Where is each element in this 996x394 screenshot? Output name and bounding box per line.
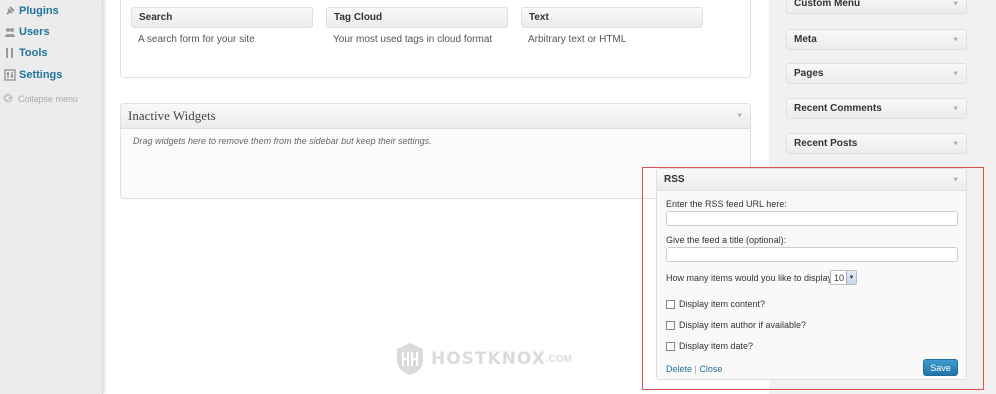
widget-description: A search form for your site (138, 34, 255, 45)
option-display-author[interactable]: Display item author if available? (666, 320, 806, 330)
menu-item-users[interactable]: Users (0, 22, 102, 42)
tools-icon (3, 47, 16, 60)
watermark: HOSTKNOX .COM (395, 342, 572, 376)
menu-item-tools[interactable]: Tools (0, 43, 102, 63)
sidebar-widget-title: Custom Menu (794, 0, 861, 9)
widget-title: Text (521, 7, 703, 28)
chevron-down-icon: ▼ (846, 271, 856, 284)
toggle-arrow-icon[interactable]: ▼ (952, 176, 959, 183)
settings-icon (3, 69, 16, 82)
menu-item-label: Tools (19, 47, 48, 59)
menu-item-plugins[interactable]: Plugins (0, 1, 102, 21)
menu-item-settings[interactable]: Settings (0, 65, 102, 85)
checkbox[interactable] (666, 320, 675, 330)
widget-text[interactable]: Text Arbitrary text or HTML (521, 7, 703, 51)
delete-link[interactable]: Delete (666, 364, 692, 374)
option-display-date[interactable]: Display item date? (666, 341, 753, 351)
checkbox[interactable] (666, 299, 675, 309)
item-count-label: How many items would you like to display… (666, 273, 838, 283)
sidebar-widget-title: Recent Comments (794, 103, 882, 114)
item-count-select[interactable]: 10 ▼ (830, 270, 857, 285)
widget-title: Search (131, 7, 313, 28)
inactive-widgets-description: Drag widgets here to remove them from th… (133, 136, 432, 146)
sidebar-widget-recent-comments[interactable]: Recent Comments ▼ (786, 98, 967, 119)
sidebar-widget-meta[interactable]: Meta ▼ (786, 29, 967, 50)
close-link[interactable]: Close (699, 364, 722, 374)
toggle-arrow-icon[interactable]: ▼ (952, 70, 959, 77)
option-label: Display item author if available? (679, 320, 807, 330)
collapse-menu-button[interactable]: Collapse menu (3, 92, 78, 106)
toggle-arrow-icon[interactable]: ▼ (952, 105, 959, 112)
menu-item-label: Plugins (19, 5, 59, 17)
rss-widget-title: RSS (664, 174, 685, 185)
widget-description: Your most used tags in cloud format (333, 34, 493, 45)
toggle-arrow-icon[interactable]: ▼ (736, 113, 743, 120)
watermark-suffix: .COM (545, 353, 572, 365)
toggle-arrow-icon[interactable]: ▼ (952, 36, 959, 43)
option-display-content[interactable]: Display item content? (666, 299, 765, 309)
widget-title: Tag Cloud (326, 7, 508, 28)
collapse-menu-label: Collapse menu (18, 94, 79, 104)
sidebar-widget-title: Recent Posts (794, 138, 858, 149)
collapse-arrow-icon (3, 92, 13, 106)
sidebar-widget-title: Meta (794, 34, 817, 45)
feed-title-label: Give the feed a title (optional): (666, 235, 787, 245)
rss-widget-header[interactable]: RSS ▼ (657, 169, 966, 191)
widget-description: Arbitrary text or HTML (528, 34, 627, 45)
rss-url-label: Enter the RSS feed URL here: (666, 199, 787, 209)
option-label: Display item content? (679, 299, 766, 309)
plug-icon (3, 5, 16, 18)
menu-item-label: Settings (19, 69, 63, 81)
item-count-value: 10 (834, 272, 845, 283)
link-separator: | (694, 364, 697, 374)
available-widgets-panel: Search A search form for your site Tag C… (120, 0, 751, 78)
watermark-text: HOSTKNOX (431, 349, 546, 369)
rss-widget: RSS ▼ Enter the RSS feed URL here: Give … (656, 168, 967, 380)
sidebar-widget-custom-menu[interactable]: Custom Menu ▼ (786, 0, 967, 14)
sidebar-widget-recent-posts[interactable]: Recent Posts ▼ (786, 133, 967, 154)
toggle-arrow-icon[interactable]: ▼ (952, 140, 959, 147)
sidebar-widget-title: Pages (794, 68, 824, 79)
menu-item-label: Users (19, 26, 50, 38)
users-icon (3, 26, 16, 39)
watermark-shield-icon (397, 343, 423, 375)
feed-title-input[interactable] (666, 247, 958, 262)
rss-url-input[interactable] (666, 211, 958, 226)
option-label: Display item date? (679, 341, 754, 351)
checkbox[interactable] (666, 341, 675, 351)
widget-search[interactable]: Search A search form for your site (131, 7, 313, 51)
sidebar-widget-pages[interactable]: Pages ▼ (786, 63, 967, 84)
save-button[interactable]: Save (923, 359, 958, 376)
widget-control-links: Delete | Close (666, 364, 722, 374)
inactive-widgets-header[interactable]: Inactive Widgets ▼ (121, 104, 750, 129)
widget-tag-cloud[interactable]: Tag Cloud Your most used tags in cloud f… (326, 7, 508, 51)
admin-menu: Plugins Users Tools Settings Collapse me… (0, 0, 103, 394)
toggle-arrow-icon[interactable]: ▼ (952, 0, 959, 7)
rss-widget-form: Enter the RSS feed URL here: Give the fe… (657, 191, 966, 379)
inactive-widgets-title: Inactive Widgets (128, 108, 216, 123)
